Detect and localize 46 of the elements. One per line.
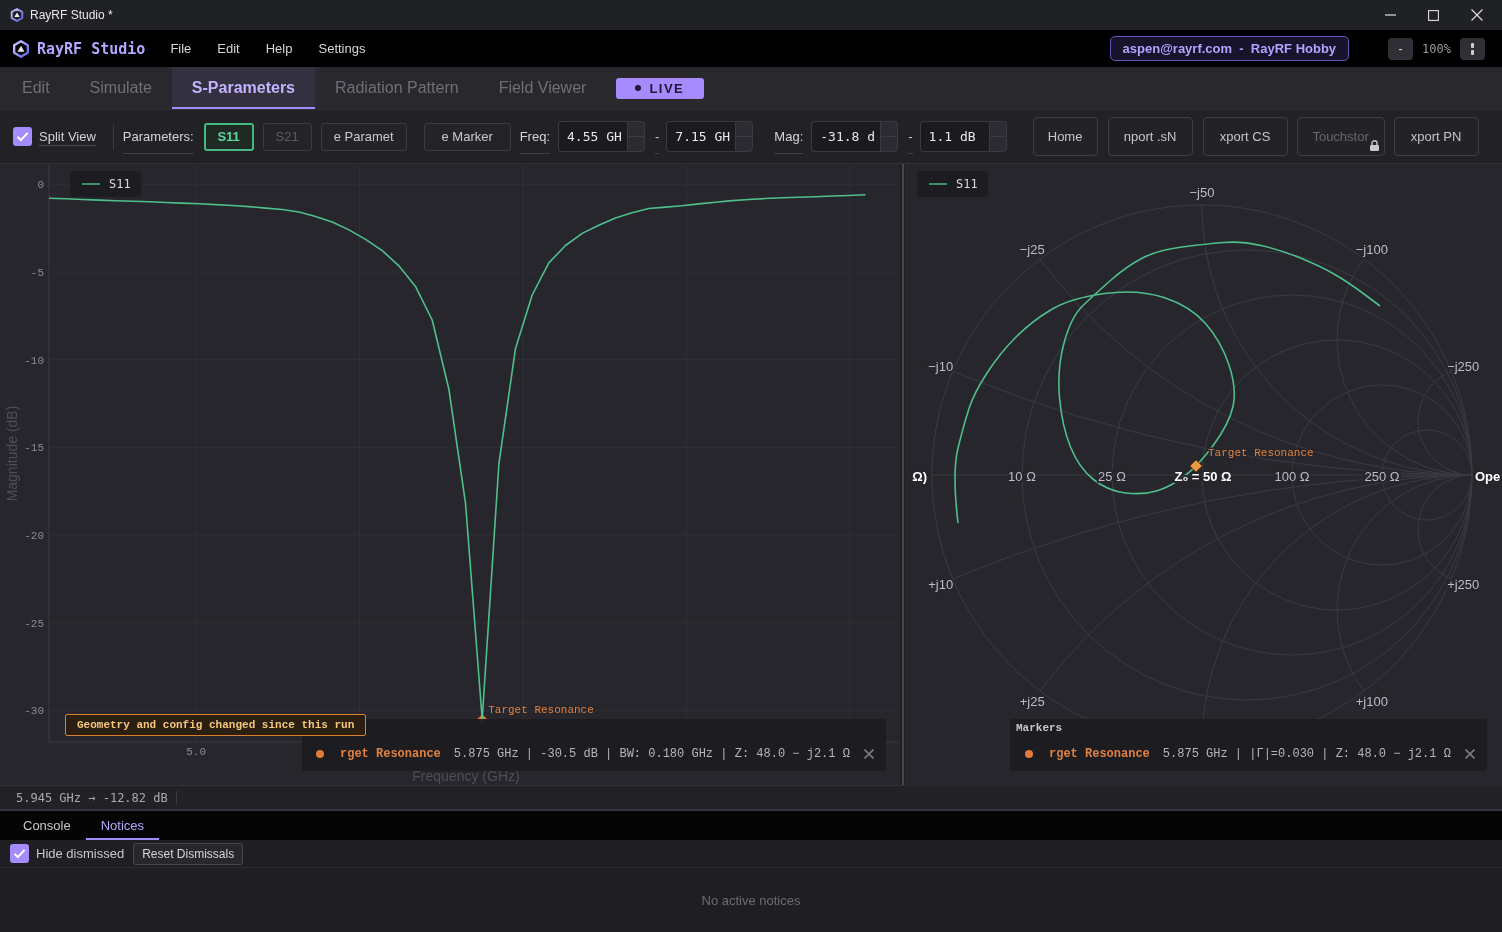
marker-name: rget Resonance — [1049, 747, 1150, 761]
marker-list-title: Markers — [1016, 722, 1063, 734]
range-label: Mag: — [774, 119, 804, 154]
resistance-label: 25 Ω — [1098, 469, 1126, 484]
reactance-label: +j250 — [1447, 576, 1480, 592]
empty-notices-message: No active notices — [701, 892, 801, 908]
window-title: RayRF Studio * — [30, 8, 113, 22]
range-separator: - — [908, 119, 913, 154]
reactance-label: +j10 — [928, 576, 954, 592]
y-tick-label: -10 — [24, 354, 44, 367]
y-tick-label: -15 — [24, 442, 44, 455]
y-tick-label: -25 — [24, 617, 44, 630]
y-tick-label: -30 — [24, 705, 44, 718]
stale-results-notice: Geometry and config changed since this run — [65, 714, 367, 736]
reactance-label: −j10 — [928, 359, 954, 375]
resistance-label: 100 Ω — [1274, 469, 1310, 484]
marker-readout: 5.875 GHz | -30.5 dB | BW: 0.180 GHz | Z: 48.0 − j2.1 Ω — [453, 747, 850, 761]
y-tick-label: 0 — [37, 179, 44, 192]
legend-label: S11 — [956, 177, 978, 191]
marker-label: Target Resonance — [1208, 447, 1314, 459]
reactance-label: +j100 — [1355, 694, 1388, 710]
reactance-label: −j50 — [1189, 185, 1215, 200]
range-label: Freq: — [519, 119, 550, 154]
x-tick-label: 5.0 — [186, 746, 206, 758]
resistance-label: 250 Ω — [1364, 469, 1400, 484]
parameters-label: Parameters: — [122, 119, 194, 154]
hide-dismissed-label: Hide dismissed — [36, 846, 125, 861]
reactance-label: −j100 — [1355, 241, 1388, 257]
legend-label: S11 — [109, 177, 131, 191]
reactance-label: +j25 — [1019, 694, 1045, 710]
marker-name: rget Resonance — [340, 747, 441, 761]
zoom-level: 100% — [1422, 41, 1451, 56]
range-separator: - — [655, 119, 660, 154]
live-label: LIVE — [649, 80, 685, 96]
reactance-label: −j25 — [1019, 241, 1045, 257]
marker-readout: 5.875 GHz | |Γ|=0.030 | Z: 48.0 − j2.1 Ω — [1162, 747, 1451, 761]
resistance-label: Ω) — [912, 469, 927, 484]
y-tick-label: -20 — [24, 530, 44, 543]
marker-label: Target Resonance — [488, 704, 594, 717]
resistance-label: Ope — [1475, 469, 1501, 484]
split-view-label: Split View — [39, 127, 96, 146]
cursor-readout: 5.945 GHz → -12.82 dB — [8, 790, 177, 805]
app-name: RayRF Studio — [37, 39, 146, 58]
reactance-label: −j250 — [1447, 359, 1480, 375]
y-tick-label: -5 — [30, 267, 44, 279]
resistance-label: 10 Ω — [1008, 469, 1036, 484]
